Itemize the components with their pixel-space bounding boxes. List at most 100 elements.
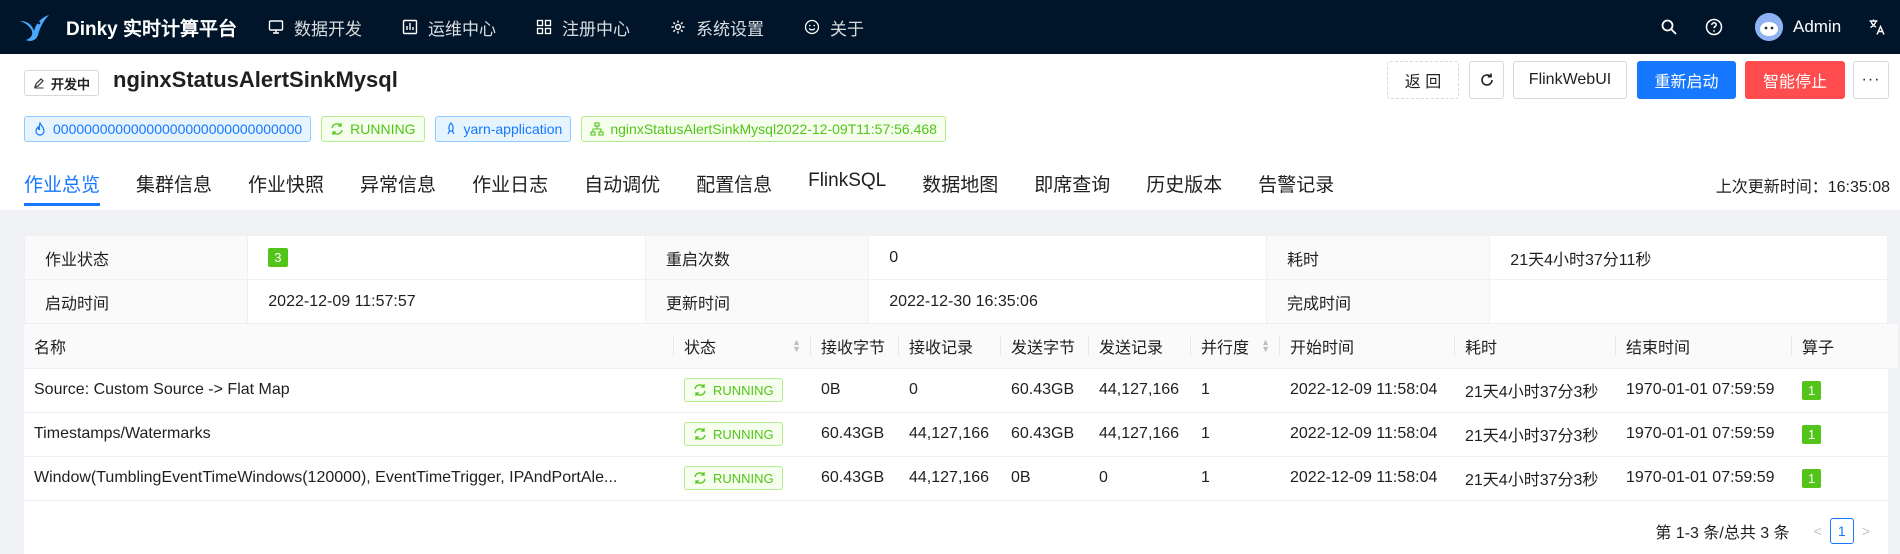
cell-parallelism: 1	[1191, 368, 1280, 413]
job-status-badge: 3	[268, 248, 288, 267]
nav-data-dev[interactable]: 数据开发	[248, 0, 382, 54]
col-recv-bytes-label: 接收字节	[821, 339, 886, 357]
cell-recv-records: 44,127,166	[899, 456, 1001, 501]
tasks-badge: 1	[1802, 380, 1822, 400]
cell-start-time: 2022-12-09 11:58:04	[1280, 412, 1455, 457]
cell-recv-records: 44,127,166	[899, 412, 1001, 457]
top-navigation-bar: Dinky 实时计算平台 数据开发 运维中心 注册中心 系统设置 关于 Admi…	[0, 0, 1900, 54]
job-name: nginxStatusAlertSinkMysql	[113, 67, 398, 92]
col-recv-bytes: 接收字节	[811, 324, 899, 369]
running-tag: RUNNING	[684, 378, 783, 402]
col-name: 名称	[24, 324, 674, 369]
nav-label: 数据开发	[294, 19, 362, 39]
search-icon[interactable]	[1660, 18, 1678, 36]
cell-end-time: 1970-01-01 07:59:59	[1616, 412, 1792, 457]
tab-exceptions[interactable]: 异常信息	[360, 170, 436, 206]
cell-send-bytes: 60.43GB	[1001, 412, 1089, 457]
job-status-label: 作业状态	[23, 235, 249, 280]
job-state-tag: RUNNING	[321, 116, 425, 142]
nav-about[interactable]: 关于	[784, 0, 884, 54]
job-state-text: RUNNING	[350, 121, 416, 137]
next-page-icon[interactable]: >	[1862, 523, 1870, 539]
job-summary: 作业状态 3 重启次数 0 耗时 21天4小时37分11秒 启动时间 2022-…	[23, 235, 1888, 324]
app-logo[interactable]: Dinky 实时计算平台	[18, 11, 248, 43]
job-status-tag: 开发中	[24, 70, 100, 96]
overview-card: 作业状态 3 重启次数 0 耗时 21天4小时37分11秒 启动时间 2022-…	[23, 235, 1898, 554]
finish-time-value	[1489, 279, 1888, 324]
nav-label: 注册中心	[562, 19, 630, 39]
sync-icon	[693, 383, 707, 397]
tab-overview[interactable]: 作业总览	[24, 170, 101, 206]
edit-icon	[33, 77, 45, 89]
status-text: RUNNING	[713, 382, 774, 398]
monitor-icon	[268, 19, 284, 35]
sort-icon[interactable]: ▲ ▼	[792, 338, 801, 354]
username: Admin	[1793, 17, 1842, 36]
col-parallelism[interactable]: 并行度 ▲ ▼	[1191, 324, 1280, 369]
dinky-bird-icon	[18, 11, 50, 43]
sync-icon	[693, 427, 707, 441]
col-duration: 耗时	[1455, 324, 1616, 369]
col-duration-label: 耗时	[1465, 339, 1498, 357]
more-actions-button[interactable]: ···	[1853, 61, 1889, 99]
setting-icon	[670, 19, 686, 35]
pagination-total: 第 1-3 条/总共 3 条	[1655, 525, 1790, 542]
prev-page-icon[interactable]: <	[1814, 523, 1822, 539]
tab-config[interactable]: 配置信息	[696, 170, 772, 206]
nav-ops-center[interactable]: 运维中心	[382, 0, 516, 54]
table-header-row: 名称 状态 ▲ ▼ 接收字节 接收记录 发送字节 发送记录 并行度 ▲ ▼ 开始时间 耗…	[24, 324, 1898, 369]
tab-alerts[interactable]: 告警记录	[1258, 170, 1334, 206]
running-tag: RUNNING	[684, 422, 783, 446]
nav-settings[interactable]: 系统设置	[650, 0, 784, 54]
refresh-button[interactable]	[1469, 61, 1504, 99]
job-tags: 00000000000000000000000000000000 RUNNING…	[24, 116, 956, 142]
cell-recv-bytes: 0B	[811, 368, 899, 413]
dashboard-icon	[402, 19, 418, 35]
restart-button[interactable]: 重新启动	[1637, 61, 1736, 99]
sort-icon[interactable]: ▲ ▼	[1261, 338, 1270, 354]
status-text: RUNNING	[713, 470, 774, 486]
page-number-button[interactable]: 1	[1829, 518, 1854, 544]
flink-web-ui-button[interactable]: FlinkWebUI	[1513, 61, 1627, 99]
tab-adhoc-query[interactable]: 即席查询	[1034, 170, 1110, 206]
cell-recv-records: 0	[899, 368, 1001, 413]
col-end-time: 结束时间	[1616, 324, 1792, 369]
tab-data-map[interactable]: 数据地图	[922, 170, 998, 206]
restart-count-value: 0	[868, 235, 1268, 280]
rocket-icon	[444, 122, 458, 136]
cell-status: RUNNING	[674, 412, 811, 457]
cell-tasks: 1	[1792, 368, 1898, 413]
col-start-time: 开始时间	[1280, 324, 1455, 369]
avatar	[1755, 13, 1783, 41]
back-button[interactable]: 返 回	[1387, 61, 1459, 99]
question-icon[interactable]	[1705, 18, 1723, 36]
cell-start-time: 2022-12-09 11:58:04	[1280, 368, 1455, 413]
job-header: 开发中 nginxStatusAlertSinkMysql 返 回 FlinkW…	[0, 54, 1900, 210]
cell-parallelism: 1	[1191, 456, 1280, 501]
tab-logs[interactable]: 作业日志	[472, 170, 548, 206]
sync-icon	[693, 471, 707, 485]
smile-icon	[804, 19, 820, 35]
nav-registry[interactable]: 注册中心	[516, 0, 650, 54]
col-status[interactable]: 状态 ▲ ▼	[674, 324, 811, 369]
cell-name: Timestamps/Watermarks	[24, 412, 674, 457]
tab-snapshot[interactable]: 作业快照	[248, 170, 324, 206]
app-name: Dinky 实时计算平台	[66, 18, 238, 40]
col-send-bytes: 发送字节	[1001, 324, 1089, 369]
status-tag-label: 开发中	[51, 76, 91, 92]
tab-cluster-info[interactable]: 集群信息	[136, 170, 212, 206]
tab-auto-tuning[interactable]: 自动调优	[584, 170, 660, 206]
smart-stop-button[interactable]: 智能停止	[1745, 61, 1845, 99]
nav-label: 运维中心	[428, 19, 496, 39]
tab-history[interactable]: 历史版本	[1146, 170, 1222, 206]
last-update-time: 上次更新时间：16:35:08	[1715, 179, 1890, 196]
translate-icon[interactable]	[1868, 18, 1886, 36]
user-menu[interactable]: Admin	[1755, 13, 1841, 41]
table-row: Timestamps/Watermarks RUNNING 60.43GB 44…	[24, 412, 1898, 457]
update-time-value: 2022-12-30 16:35:06	[868, 279, 1268, 324]
cell-end-time: 1970-01-01 07:59:59	[1616, 456, 1792, 501]
tab-flinksql[interactable]: FlinkSQL	[808, 170, 886, 206]
cell-name: Window(TumblingEventTimeWindows(120000),…	[24, 456, 674, 501]
fire-icon	[33, 122, 47, 136]
cell-recv-bytes: 60.43GB	[811, 456, 899, 501]
